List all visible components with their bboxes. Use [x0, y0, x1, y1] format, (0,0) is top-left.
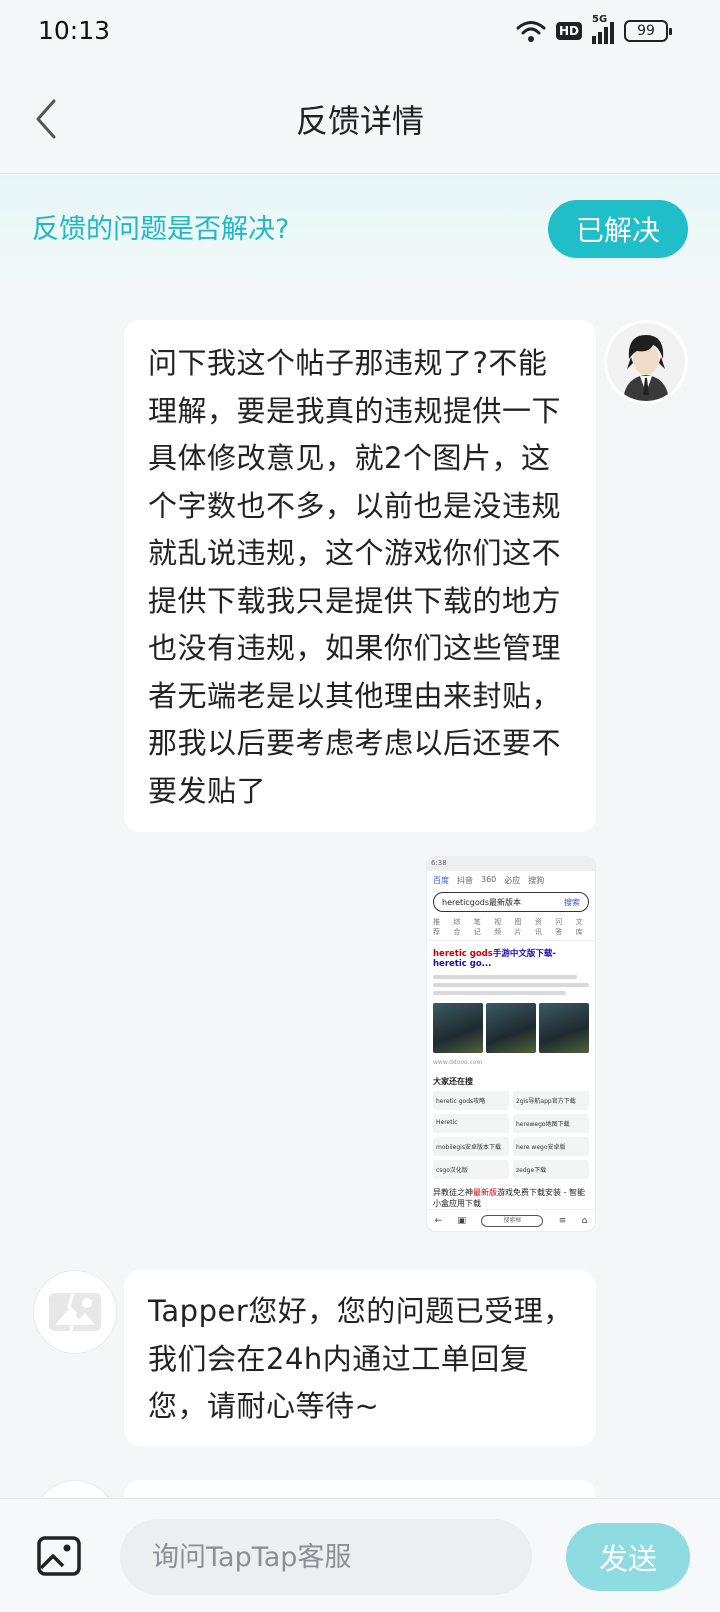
thumb-related-chip: mobilegis安卓版本下载 — [433, 1137, 509, 1156]
thumb-footer-title: 异教徒之神最新版游戏免费下载安装 - 智能小盒应用下载 — [427, 1179, 595, 1211]
thumb-tab: 抖音 — [457, 876, 473, 885]
image-upload-button[interactable] — [36, 1535, 82, 1577]
thumb-result-highlight: heretic gods — [433, 949, 493, 959]
thumb-tab: 搜狗 — [528, 876, 545, 885]
thumb-result-title: heretic gods手游中文版下载-heretic go... — [427, 941, 595, 971]
battery-icon: 99 — [624, 20, 672, 42]
thumb-related-title: 大家还在搜 — [433, 1077, 473, 1086]
thumb-filter: 综合 — [453, 918, 461, 936]
resolved-button[interactable]: 已解决 — [548, 200, 688, 258]
image-placeholder-icon — [49, 1292, 101, 1332]
image-icon — [37, 1536, 81, 1576]
thumb-result-snippet — [427, 975, 595, 995]
thumb-search-query: hereticgods最新版本 — [442, 898, 522, 907]
user-avatar[interactable] — [604, 320, 688, 404]
send-button[interactable]: 发送 — [566, 1523, 690, 1591]
attachment-image[interactable]: 6:38 百度 抖音 360 必应 搜狗 hereticgods最新版本 搜索 … — [426, 856, 596, 1232]
thumb-related-chip: herewego地图下载 — [513, 1114, 589, 1133]
thumb-filter: 资讯 — [534, 918, 542, 936]
nav-bar: 反馈详情 — [0, 64, 720, 174]
battery-level: 99 — [637, 23, 655, 39]
status-bar: 10:13 HD 5G 99 — [0, 0, 720, 64]
thumb-footer-highlight: 最新版 — [473, 1188, 497, 1197]
thumb-filters: 推荐 综合 笔记 视频 图片 资讯 问答 文库 — [427, 914, 595, 941]
page-title: 反馈详情 — [295, 102, 424, 140]
thumb-filter: 文库 — [575, 918, 583, 936]
thumb-filter: 问答 — [555, 918, 563, 936]
thumb-tabs: 百度 抖音 360 必应 搜狗 — [427, 871, 595, 890]
support-message-text: Tapper您好，您的问题已受理，我们会在24h内通过工单回复您，请耐心等待~ — [148, 1294, 573, 1423]
support-message-bubble: Tapper您好，您的问题已受理，我们会在24h内通过工单回复您，请耐心等待~ — [124, 1270, 596, 1446]
thumb-menu-icon: ≡ — [558, 1215, 567, 1226]
user-message-text: 问下我这个帖子那违规了?不能理解，要是我真的违规提供一下具体修改意见，就2个图片… — [148, 346, 562, 808]
support-avatar[interactable] — [33, 1270, 117, 1354]
wifi-icon — [516, 21, 546, 42]
thumb-related-chip: Heretic — [433, 1114, 509, 1133]
user-message-bubble: 问下我这个帖子那违规了?不能理解，要是我真的违规提供一下具体修改意见，就2个图片… — [124, 320, 596, 832]
thumb-related-chip: 2gis导航app官方下载 — [513, 1091, 589, 1110]
resolve-question: 反馈的问题是否解决? — [32, 214, 290, 245]
thumb-source: www.ddooo.com — [433, 1059, 483, 1066]
thumb-related-chip: here wego安卓版 — [513, 1137, 589, 1156]
thumb-tab: 360 — [481, 875, 497, 884]
thumb-footer-prefix: 异教徒之神 — [433, 1188, 473, 1197]
cellular-signal-icon: 5G — [592, 14, 614, 44]
thumb-tab: 百度 — [433, 876, 449, 885]
thumb-filter: 图片 — [514, 918, 522, 936]
thumb-game-screenshots — [427, 999, 595, 1057]
thumb-related-chip: heretic gods攻略 — [433, 1091, 509, 1110]
composer-bar: 发送 — [0, 1498, 720, 1612]
thumb-tabs-icon: ▣ — [457, 1215, 467, 1226]
thumb-search-box: hereticgods最新版本 搜索 — [433, 892, 589, 912]
thumb-nav-bar: ← ▣ 搜索框 ≡ ⌂ — [427, 1209, 595, 1231]
thumb-home-icon: ⌂ — [581, 1215, 588, 1226]
status-icons: HD 5G 99 — [516, 14, 672, 46]
resolve-banner: 反馈的问题是否解决? 已解决 — [0, 175, 720, 282]
thumb-tab: 必应 — [504, 876, 521, 885]
thumb-filter: 推荐 — [433, 918, 440, 936]
thumb-status-time: 6:38 — [427, 857, 595, 871]
status-time: 10:13 — [38, 16, 111, 45]
user-avatar-image — [607, 323, 685, 401]
thumb-related-chip: zedge下载 — [513, 1160, 589, 1179]
network-type-label: 5G — [592, 14, 608, 25]
thumb-related-chip: csgo汉化版 — [433, 1160, 509, 1179]
message-input[interactable] — [120, 1519, 532, 1595]
thumb-back-icon: ← — [434, 1215, 443, 1226]
thumb-search-button: 搜索 — [564, 898, 580, 907]
thumb-related-grid: heretic gods攻略 2gis导航app官方下载 Heretic her… — [427, 1091, 595, 1179]
hd-badge: HD — [555, 22, 582, 40]
thumb-nav-pill: 搜索框 — [481, 1214, 544, 1227]
thumb-filter: 笔记 — [473, 918, 481, 936]
thumb-filter: 视频 — [494, 918, 502, 936]
